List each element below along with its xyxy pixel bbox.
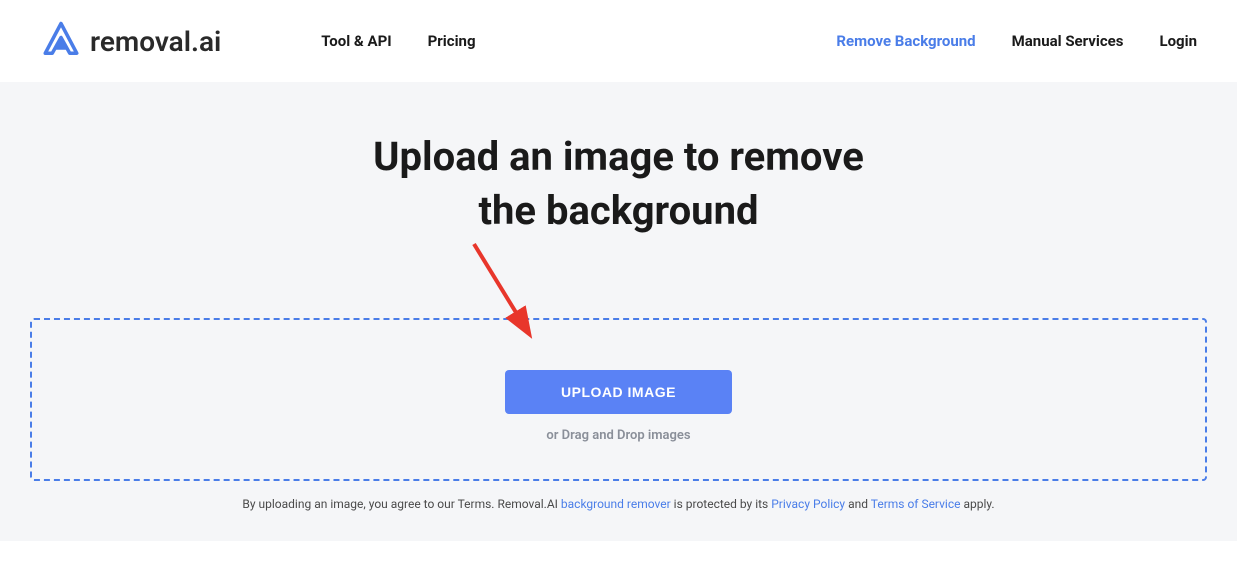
upload-dropzone[interactable]: UPLOAD IMAGE or Drag and Drop images xyxy=(30,318,1207,481)
arrow-annotation-icon xyxy=(464,236,554,356)
nav-left: Tool & API Pricing xyxy=(321,32,475,50)
terms-suffix: apply. xyxy=(960,497,994,511)
logo-text: removal.ai xyxy=(90,25,221,58)
terms-mid1: is protected by its xyxy=(671,497,772,511)
logo-icon xyxy=(40,20,82,62)
link-background-remover[interactable]: background remover xyxy=(561,497,671,511)
hero-title: Upload an image to remove the background xyxy=(30,130,1207,238)
hero-title-line1: Upload an image to remove xyxy=(373,133,864,180)
nav-remove-background[interactable]: Remove Background xyxy=(836,32,975,50)
hero-title-line2: the background xyxy=(478,187,758,234)
drag-drop-text: or Drag and Drop images xyxy=(52,428,1185,443)
link-privacy-policy[interactable]: Privacy Policy xyxy=(771,497,845,511)
upload-image-button[interactable]: UPLOAD IMAGE xyxy=(505,370,732,414)
terms-mid2: and xyxy=(845,497,871,511)
header: removal.ai Tool & API Pricing Remove Bac… xyxy=(0,0,1237,82)
nav-pricing[interactable]: Pricing xyxy=(428,32,476,50)
link-terms-of-service[interactable]: Terms of Service xyxy=(871,497,961,511)
terms-prefix: By uploading an image, you agree to our … xyxy=(242,497,561,511)
terms-text: By uploading an image, you agree to our … xyxy=(30,497,1207,511)
hero: Upload an image to remove the background… xyxy=(0,82,1237,541)
nav-right: Remove Background Manual Services Login xyxy=(836,32,1197,50)
nav-tool-api[interactable]: Tool & API xyxy=(321,32,391,50)
nav-manual-services[interactable]: Manual Services xyxy=(1012,32,1124,50)
logo[interactable]: removal.ai xyxy=(40,20,221,62)
nav-login[interactable]: Login xyxy=(1159,32,1197,50)
